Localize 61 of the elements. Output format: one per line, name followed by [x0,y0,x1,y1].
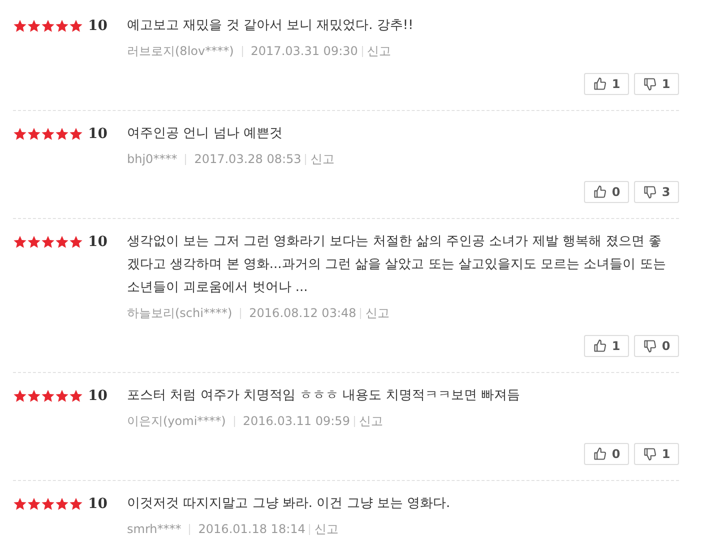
star-icon [55,389,69,403]
star-icon [69,389,83,403]
dislike-button[interactable]: 0 [634,335,679,357]
review-date: 2017.03.28 08:53 [194,151,302,168]
review-text: 포스터 처럼 여주가 치명적임 ㅎㅎㅎ 내용도 치명적ㅋㅋ보면 빠져듬 [127,387,521,405]
star-icon [27,19,41,33]
rating-score: 10 [88,232,108,252]
review-date: 2016.08.12 03:48 [249,305,356,322]
author-name: smrh**** [127,521,182,538]
star-icon [41,127,55,141]
author-name: 하늘보리(schi****) [127,305,232,322]
thumbs-down-icon [642,185,657,199]
star-icon [69,127,83,141]
star-icon [55,127,69,141]
thumbs-up-icon [592,339,607,353]
star-icon [41,19,55,33]
star-icon [27,127,41,141]
thumbs-down-icon [642,447,657,461]
author-name: bhj0**** [127,151,178,168]
rating-score: 10 [88,16,108,36]
like-button[interactable]: 0 [584,443,629,465]
star-icon [27,389,41,403]
star-icon [55,19,69,33]
thumbs-up-icon [592,77,607,91]
dislike-button[interactable]: 1 [634,443,679,465]
thumbs-up-icon [592,185,607,199]
star-icon [41,497,55,511]
like-button[interactable]: 1 [584,73,629,95]
review-text: 이것저것 따지지말고 그냥 봐라. 이건 그냥 보는 영화다. [127,495,452,513]
review-date: 2016.01.18 18:14 [198,521,306,538]
like-button[interactable]: 0 [584,181,629,203]
review-text: 생각없이 보는 그저 그런 영화라기 보다는 처절한 삶의 주인공 소녀가 제발 행복해 졌으면 좋겠다고 생각하며 본 영화...과거의 그런 삶을 살았고 또는 살고있을지도 모르는 소녀들이 또는 소년들이 괴로움에서 벗어나 ... [127,233,667,297]
author-name: 러브로지(8lov****) [127,43,234,60]
author-name: 이은지(yomi****) [127,413,226,430]
star-icon [41,235,55,249]
thumbs-down-icon [642,339,657,353]
star-icon [69,19,83,33]
star-icon [13,389,27,403]
review-date: 2016.03.11 09:59 [242,413,350,430]
review-date: 2017.03.31 09:30 [250,43,358,60]
review-text: 예고보고 재밌을 것 같아서 보니 재밌었다. 강추!! [127,17,414,35]
star-icon [55,497,69,511]
star-icon [27,235,41,249]
like-button[interactable]: 1 [584,335,629,357]
star-icon [13,127,27,141]
rating-score: 10 [88,386,108,406]
star-icon [55,235,69,249]
star-icon [27,497,41,511]
dislike-button[interactable]: 3 [634,181,679,203]
review-text: 여주인공 언니 넘나 예쁜것 [127,125,284,143]
thumbs-down-icon [642,77,657,91]
star-icon [69,497,83,511]
dislike-button[interactable]: 1 [634,73,679,95]
star-icon [41,389,55,403]
star-icon [13,19,27,33]
star-icon [13,235,27,249]
rating-score: 10 [88,124,108,144]
star-icon [13,497,27,511]
thumbs-up-icon [592,447,607,461]
rating-score: 10 [88,494,108,514]
star-icon [69,235,83,249]
